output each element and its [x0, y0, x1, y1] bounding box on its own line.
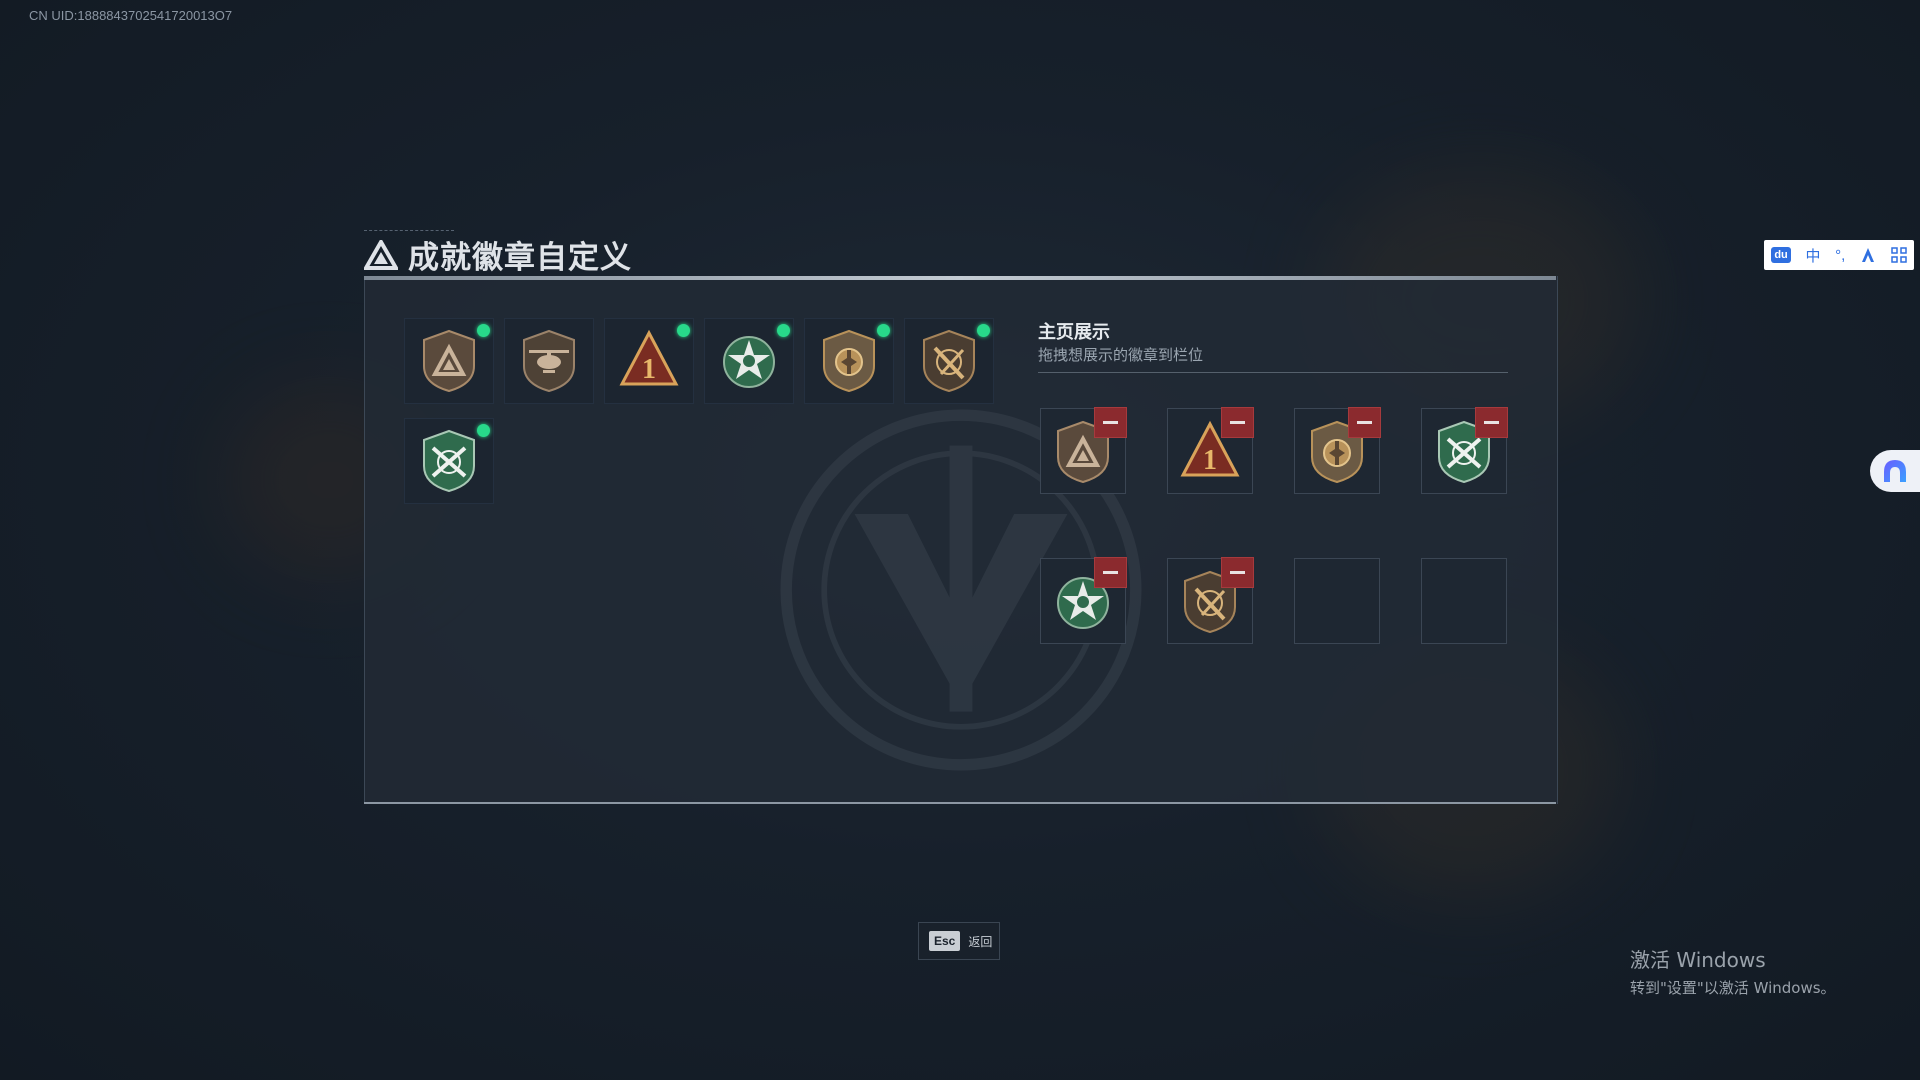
svg-text:1: 1	[1203, 445, 1217, 476]
page-title: 成就徽章自定义	[408, 240, 632, 276]
activation-title: 激活 Windows	[1630, 948, 1766, 972]
ime-punctuation-toggle[interactable]: °,	[1835, 247, 1845, 264]
owned-badge[interactable]	[804, 318, 894, 404]
ime-mode-toggle[interactable]: 中	[1805, 245, 1820, 266]
assistant-icon	[1884, 460, 1906, 482]
number-one-triangle-badge-icon: 1	[619, 329, 679, 386]
crossed-weapon-shield-badge-icon	[923, 329, 975, 393]
triangle-logo-icon	[364, 239, 398, 270]
panel-top-border	[364, 276, 1556, 280]
new-indicator-dot	[977, 324, 990, 337]
owned-badge[interactable]: 1	[604, 318, 694, 404]
triangle-shield-badge-icon	[423, 329, 475, 393]
showcase-title: 主页展示	[1038, 322, 1110, 343]
owned-badge[interactable]	[404, 318, 494, 404]
ime-skin-icon[interactable]	[1860, 247, 1876, 263]
windows-activation-notice: 激活 Windows 转到"设置"以激活 Windows。	[1630, 944, 1836, 998]
showcase-slot[interactable]	[1421, 407, 1508, 494]
remove-badge-button[interactable]	[1221, 407, 1254, 438]
new-indicator-dot	[477, 324, 490, 337]
new-indicator-dot	[877, 324, 890, 337]
remove-badge-button[interactable]	[1348, 407, 1381, 438]
new-indicator-dot	[777, 324, 790, 337]
remove-badge-button[interactable]	[1221, 557, 1254, 588]
empty-showcase-slot[interactable]	[1421, 558, 1507, 644]
remove-badge-button[interactable]	[1094, 557, 1127, 588]
panel-bottom-border	[364, 802, 1556, 804]
svg-text:1: 1	[642, 354, 656, 385]
showcase-divider	[1038, 372, 1508, 373]
esc-key-icon: Esc	[929, 931, 961, 951]
floating-assistant-button[interactable]	[1870, 450, 1920, 492]
green-crossed-rifles-badge-icon	[423, 429, 475, 493]
ime-grid-menu-icon[interactable]	[1890, 247, 1907, 263]
helicopter-badge-icon	[523, 329, 575, 393]
showcase-slot[interactable]	[1294, 407, 1381, 494]
showcase-slot[interactable]	[1040, 557, 1127, 644]
new-indicator-dot	[477, 424, 490, 437]
remove-badge-button[interactable]	[1094, 407, 1127, 438]
remove-badge-button[interactable]	[1475, 407, 1508, 438]
showcase-slot[interactable]	[1167, 557, 1254, 644]
owned-badge[interactable]	[404, 418, 494, 504]
new-indicator-dot	[677, 324, 690, 337]
player-uid: CN UID:1888843702541720013O7	[29, 8, 233, 23]
activation-subtitle: 转到"设置"以激活 Windows。	[1630, 979, 1836, 997]
showcase-slot[interactable]: 1	[1167, 407, 1254, 494]
owned-badge[interactable]	[904, 318, 994, 404]
page-header: 成就徽章自定义	[364, 232, 632, 277]
baidu-ime-logo-icon[interactable]: du	[1771, 247, 1791, 263]
gold-emblem-shield-badge-icon	[823, 329, 875, 393]
back-label: 返回	[968, 934, 993, 949]
owned-badge[interactable]	[504, 318, 594, 404]
green-star-wreath-badge-icon	[723, 336, 775, 388]
showcase-subtitle: 拖拽想展示的徽章到栏位	[1038, 346, 1204, 364]
back-button[interactable]: Esc 返回	[918, 922, 1000, 960]
owned-badge[interactable]	[704, 318, 794, 404]
showcase-slot[interactable]	[1040, 407, 1127, 494]
ime-toolbar[interactable]: du 中 °,	[1764, 240, 1914, 270]
empty-showcase-slot[interactable]	[1294, 558, 1380, 644]
